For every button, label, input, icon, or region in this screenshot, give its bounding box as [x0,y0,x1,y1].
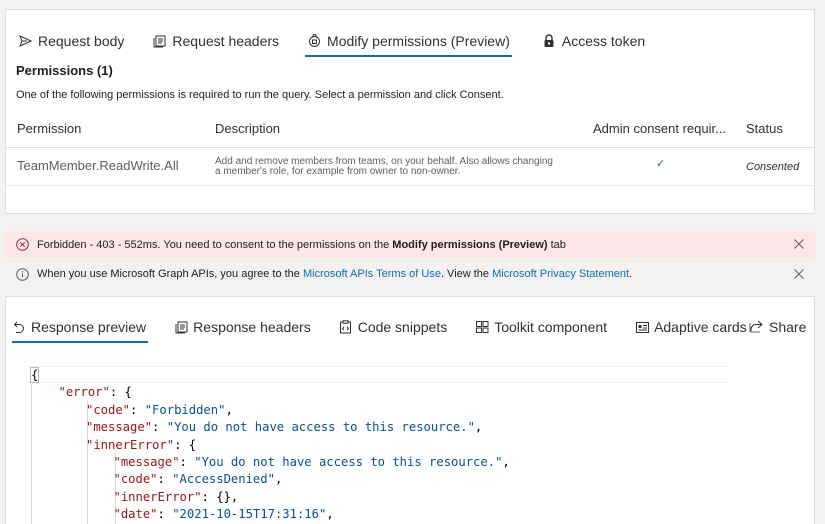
code-line: "innerError": {}, [29,489,510,506]
json-punctuation: , [502,454,510,469]
json-punctuation: { [29,367,40,383]
info-text-part: . [629,268,633,280]
column-admin-consent[interactable]: Admin consent requir... [593,121,726,136]
json-punctuation: : [130,402,145,417]
permission-description: Add and remove members from teams, on yo… [215,156,553,177]
error-text-end: tab [547,238,566,251]
table-header-divider [6,147,814,148]
json-punctuation: : {}, [201,489,239,504]
json-key: "date" [113,507,158,522]
json-punctuation: , [274,472,283,487]
json-key: "innerError" [86,437,175,452]
code-line: "message": "You do not have access to th… [29,454,510,471]
request-tabs: Request body Request headers Modify perm… [18,27,645,57]
document-icon [152,34,166,48]
lock-shield-icon [307,34,321,48]
json-key: "code" [113,472,158,487]
tab-modify-permissions[interactable]: Modify permissions (Preview) [305,27,512,57]
undo-arrow-icon [12,320,26,334]
code-line: "message": "You do not have access to th… [29,419,510,436]
info-message-bar: When you use Microsoft Graph APIs, you a… [5,260,815,287]
json-punctuation: : [157,472,173,487]
terms-of-use-link[interactable]: Microsoft APIs Terms of Use [303,268,441,280]
json-punctuation: , [326,507,334,522]
share-icon [749,320,763,334]
info-text-part: When you use Microsoft Graph APIs, you a… [37,268,303,280]
tab-label: Request headers [172,33,280,49]
checkmark-icon: ✓ [656,158,666,170]
error-message-bar: Forbidden - 403 - 552ms. You need to con… [5,231,815,258]
tab-label: Access token [561,33,646,49]
code-line: "code": "Forbidden", [29,402,510,419]
privacy-statement-link[interactable]: Microsoft Privacy Statement [492,268,629,280]
status-text: Consented [746,161,800,173]
tab-label: Response headers [193,319,311,335]
tab-label: Toolkit component [494,319,608,335]
tab-toolkit-component[interactable]: Toolkit component [475,315,607,339]
json-punctuation: : [157,507,173,522]
card-icon [635,320,649,334]
json-punctuation: , [474,420,483,435]
json-key: "innerError" [113,489,202,504]
json-string: "Forbidden" [144,402,226,417]
share-label: Share [769,319,807,335]
code-line: "date": "2021-10-15T17:31:16", [29,506,510,523]
lock-icon [542,34,556,48]
tab-label: Response preview [31,319,147,335]
permissions-title: Permissions (1) [16,63,113,78]
tab-adaptive-cards[interactable]: Adaptive cards [635,315,747,339]
json-punctuation: : { [109,385,132,400]
json-string: "AccessDenied" [172,472,275,487]
json-punctuation: : [152,420,167,435]
document-icon [174,320,188,334]
json-key: "error" [58,385,110,400]
row-divider [6,185,814,186]
request-panel: Request body Request headers Modify perm… [5,9,815,214]
tab-code-snippets[interactable]: Code snippets [339,315,448,339]
column-description[interactable]: Description [215,121,280,136]
json-string: "2021-10-15T17:31:16" [172,507,327,522]
tab-label: Adaptive cards [654,319,747,335]
json-punctuation: , [225,402,233,417]
code-clipboard-icon [339,320,353,334]
json-punctuation: : { [174,437,197,452]
code-line: "error": { [29,384,510,401]
code-line: "innerError": { [29,437,510,454]
info-text-part: . View the [440,268,493,280]
tab-label: Modify permissions (Preview) [327,33,510,49]
toolkit-icon [475,320,489,334]
permissions-description: One of the following permissions is requ… [16,89,504,101]
json-string: "You do not have access to this resource… [166,420,475,435]
column-status[interactable]: Status [746,121,783,136]
info-icon [16,267,29,281]
info-text: When you use Microsoft Graph APIs, you a… [37,268,632,280]
share-button[interactable]: Share [749,315,806,339]
code-line: { [29,367,510,384]
close-icon[interactable] [793,238,805,250]
send-icon [18,34,32,48]
error-text-bold: Modify permissions (Preview) [392,238,548,251]
tab-access-token[interactable]: Access token [542,27,645,55]
json-punctuation: : [179,454,195,469]
tab-request-body[interactable]: Request body [18,27,124,55]
error-icon [16,238,29,251]
tab-label: Request body [38,33,125,49]
json-key: "message" [86,420,153,435]
code-line: "code": "AccessDenied", [29,471,510,488]
tab-label: Code snippets [357,319,448,335]
tab-request-headers[interactable]: Request headers [152,27,279,55]
tab-response-preview[interactable]: Response preview [12,315,149,343]
column-permission[interactable]: Permission [17,121,81,136]
json-key: "message" [113,454,180,469]
permission-name: TeamMember.ReadWrite.All [17,158,179,173]
json-string: "You do not have access to this resource… [194,454,503,469]
error-text-start: Forbidden - 403 - 552ms. You need to con… [37,238,393,251]
response-tabs: Response preview Response headers Code s… [12,315,775,343]
json-code: {"error": {"code": "Forbidden", "message"… [29,367,510,524]
response-json-editor[interactable]: {"error": {"code": "Forbidden", "message"… [29,364,729,524]
close-icon[interactable] [793,268,805,280]
error-text: Forbidden - 403 - 552ms. You need to con… [37,239,566,251]
json-key: "code" [86,402,131,417]
tab-response-headers[interactable]: Response headers [174,315,311,339]
